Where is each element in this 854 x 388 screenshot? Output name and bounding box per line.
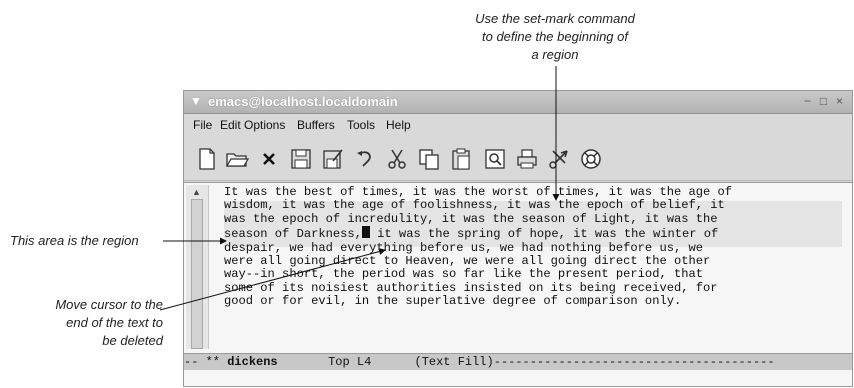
callout-arrows — [159, 66, 560, 311]
cursor-leader-line — [159, 248, 386, 311]
